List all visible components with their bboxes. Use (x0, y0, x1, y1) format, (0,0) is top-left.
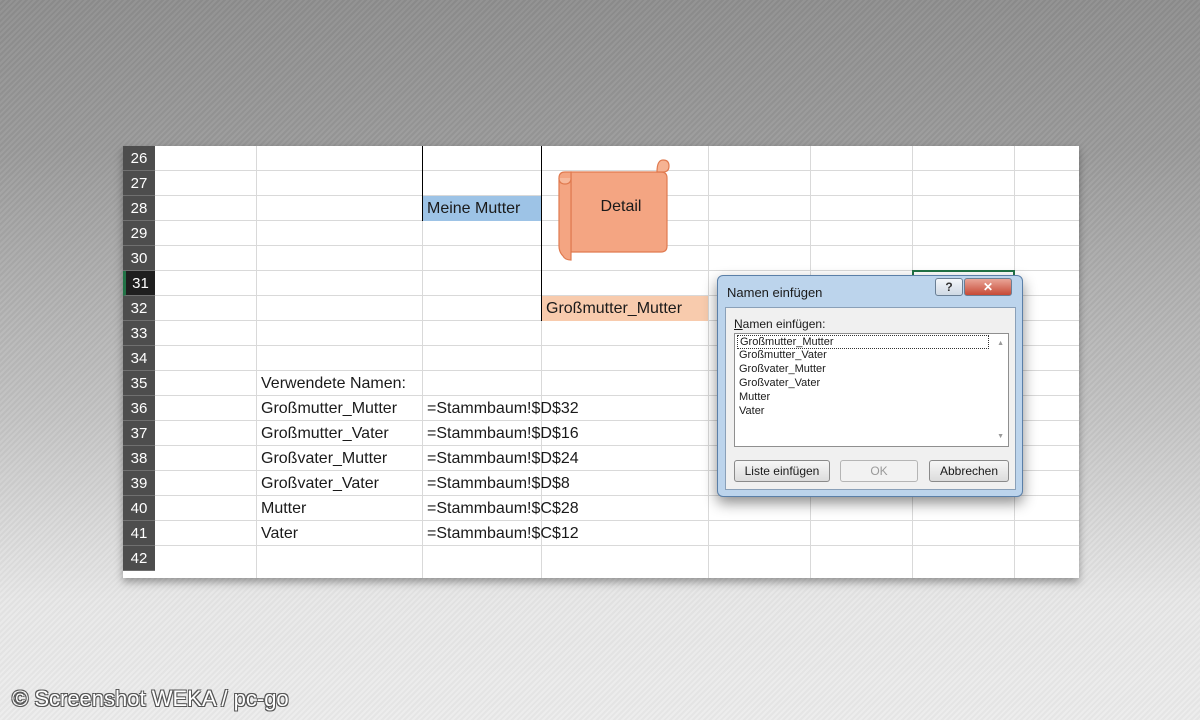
close-button[interactable]: ✕ (964, 278, 1012, 296)
names-listbox[interactable]: Großmutter_Mutter Großmutter_Vater Großv… (734, 333, 1009, 447)
row-header[interactable]: 40 (123, 496, 155, 521)
paste-list-button[interactable]: Liste einfügen (734, 460, 830, 482)
list-label-accesskey: N (734, 317, 743, 331)
paste-list-label: Liste einfügen (744, 464, 820, 478)
row-header[interactable]: 32 (123, 296, 155, 321)
row-header[interactable]: 30 (123, 246, 155, 271)
row-header[interactable]: 39 (123, 471, 155, 496)
list-label: Namen einfügen: (734, 317, 825, 331)
name-cell[interactable]: Großvater_Mutter (257, 446, 422, 471)
cell-meine-mutter[interactable]: Meine Mutter (423, 196, 541, 221)
help-button[interactable]: ? (935, 278, 963, 296)
row-header[interactable]: 41 (123, 521, 155, 546)
list-item[interactable]: Großmutter_Vater (737, 349, 989, 363)
row-header[interactable]: 33 (123, 321, 155, 346)
dialog-client-area: Namen einfügen: Großmutter_Mutter Großmu… (725, 307, 1016, 490)
scroll-shape-label: Detail (600, 198, 642, 215)
name-cell[interactable]: Großmutter_Vater (257, 421, 422, 446)
list-item[interactable]: Großvater_Vater (737, 377, 989, 391)
reference-cell[interactable]: =Stammbaum!$D$8 (423, 471, 708, 496)
ok-button[interactable]: OK (840, 460, 918, 482)
name-cell[interactable]: Vater (257, 521, 422, 546)
row-header[interactable]: 36 (123, 396, 155, 421)
row-header[interactable]: 26 (123, 146, 155, 171)
reference-cell[interactable]: =Stammbaum!$D$32 (423, 396, 708, 421)
dialog-title: Namen einfügen (727, 285, 823, 300)
cancel-button[interactable]: Abbrechen (929, 460, 1009, 482)
names-heading[interactable]: Verwendete Namen: (257, 371, 422, 396)
list-item[interactable]: Vater (737, 405, 989, 419)
row-header[interactable]: 42 (123, 546, 155, 571)
list-item[interactable]: Großmutter_Mutter (737, 335, 989, 349)
row-header[interactable]: 29 (123, 221, 155, 246)
row-header[interactable]: 28 (123, 196, 155, 221)
row-header[interactable]: 27 (123, 171, 155, 196)
tree-connector-line (541, 146, 542, 321)
row-header[interactable]: 37 (123, 421, 155, 446)
reference-cell[interactable]: =Stammbaum!$C$12 (423, 521, 708, 546)
name-cell[interactable]: Großmutter_Mutter (257, 396, 422, 421)
paste-names-dialog: Namen einfügen ? ✕ Namen einfügen: Großm… (717, 275, 1023, 497)
list-label-text: amen einfügen: (742, 317, 826, 331)
scroll-up-icon[interactable]: ▲ (997, 340, 1004, 347)
list-item[interactable]: Mutter (737, 391, 989, 405)
list-item[interactable]: Großvater_Mutter (737, 363, 989, 377)
name-cell[interactable]: Mutter (257, 496, 422, 521)
reference-cell[interactable]: =Stammbaum!$D$16 (423, 421, 708, 446)
row-header[interactable]: 34 (123, 346, 155, 371)
close-icon: ✕ (982, 280, 994, 294)
row-header-active[interactable]: 31 (123, 271, 155, 296)
row-header[interactable]: 38 (123, 446, 155, 471)
cell-grossmutter-mutter[interactable]: Großmutter_Mutter (542, 296, 708, 321)
scroll-down-icon[interactable]: ▼ (997, 433, 1004, 440)
row-header[interactable]: 35 (123, 371, 155, 396)
reference-cell[interactable]: =Stammbaum!$D$24 (423, 446, 708, 471)
watermark: © Screenshot WEKA / pc-go (12, 686, 289, 711)
reference-cell[interactable]: =Stammbaum!$C$28 (423, 496, 708, 521)
gridline (708, 146, 709, 578)
name-cell[interactable]: Großvater_Vater (257, 471, 422, 496)
